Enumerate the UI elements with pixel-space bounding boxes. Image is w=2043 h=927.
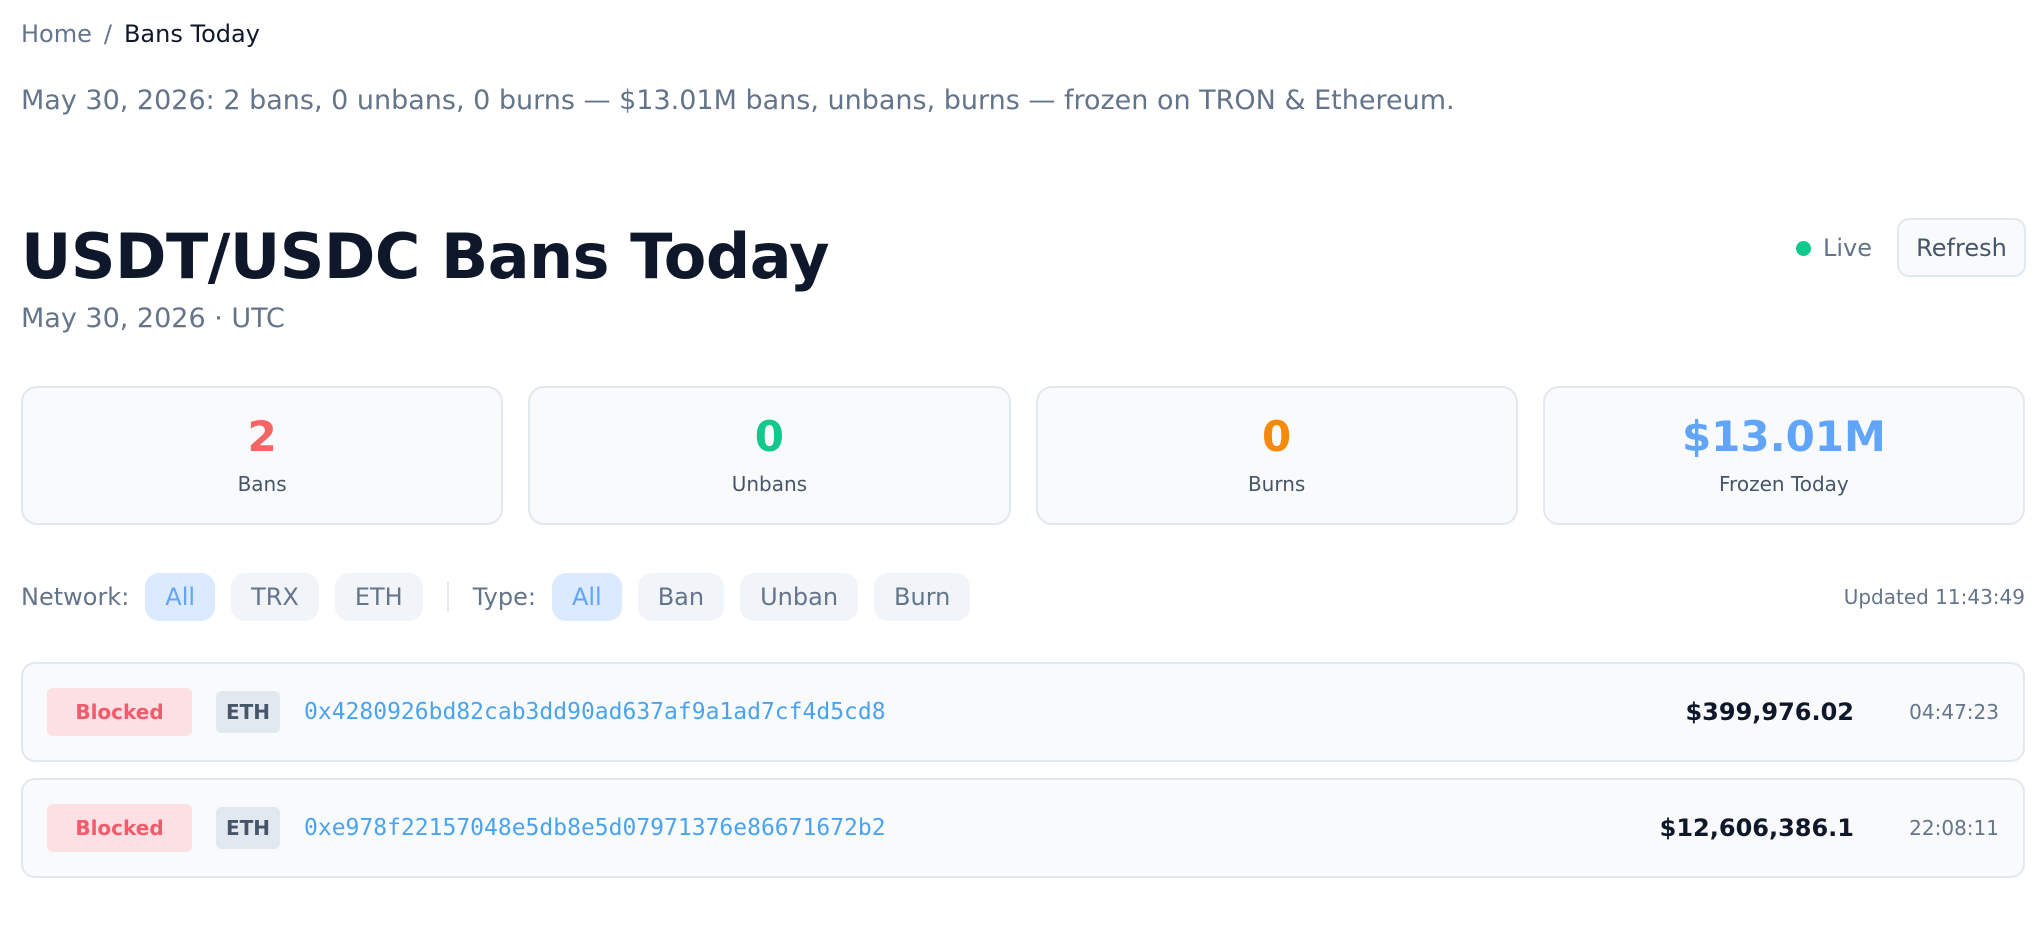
network-filter-trx[interactable]: TRX [231,573,319,621]
breadcrumb-separator: / [103,20,112,48]
amount: $12,606,386.1 [1659,814,1854,842]
filter-divider [446,582,449,612]
page-title: USDT/USDC Bans Today [21,220,830,293]
stat-value: $13.01M [1681,411,1886,461]
stat-label: Unbans [731,471,808,496]
stat-value: 0 [754,411,784,461]
page: Home / Bans Today May 30, 2026: 2 bans, … [21,0,2026,927]
network-badge: ETH [216,691,280,733]
stat-card-frozen: $13.01M Frozen Today [1542,386,2025,525]
event-time: 22:08:11 [1909,816,1999,840]
live-label: Live [1823,234,1873,262]
event-time: 04:47:23 [1909,700,1999,724]
type-filter-all[interactable]: All [551,573,622,621]
breadcrumb-current: Bans Today [123,20,260,48]
status-badge: Blocked [47,688,192,736]
type-filter-unban[interactable]: Unban [740,573,859,621]
network-filter-eth[interactable]: ETH [334,573,423,621]
breadcrumb-home-link[interactable]: Home [21,20,92,48]
breadcrumb: Home / Bans Today [21,20,260,48]
stat-label: Bans [237,471,287,496]
stat-card-burns: 0 Burns [1035,386,1518,525]
type-filter-ban[interactable]: Ban [637,573,725,621]
stat-card-unbans: 0 Unbans [528,386,1011,525]
amount: $399,976.02 [1685,698,1854,726]
network-filter-all[interactable]: All [145,573,216,621]
status-badge: Blocked [47,804,192,852]
network-filter-label: Network: [21,583,130,611]
updated-timestamp: Updated 11:43:49 [1843,585,2025,609]
stats-cards: 2 Bans 0 Unbans 0 Burns $13.01M Frozen T… [21,386,2025,525]
address-link[interactable]: 0xe978f22157048e5db8e5d07971376e86671672… [304,815,886,841]
live-indicator: Live [1796,234,1872,262]
stat-card-bans: 2 Bans [21,386,504,525]
filter-bar: Network: All TRX ETH Type: All Ban Unban… [21,572,2025,622]
stat-value: 0 [1262,411,1292,461]
network-badge: ETH [216,807,280,849]
live-dot-icon [1796,240,1811,256]
stat-value: 2 [247,411,277,461]
page-summary: May 30, 2026: 2 bans, 0 unbans, 0 burns … [21,85,1455,116]
stat-label: Burns [1247,471,1306,496]
type-filter-burn[interactable]: Burn [874,573,971,621]
list-item[interactable]: Blocked ETH 0x4280926bd82cab3dd90ad637af… [21,662,2025,762]
list-item[interactable]: Blocked ETH 0xe978f22157048e5db8e5d07971… [21,778,2025,878]
page-subtitle: May 30, 2026 · UTC [21,303,285,334]
address-link[interactable]: 0x4280926bd82cab3dd90ad637af9a1ad7cf4d5c… [304,699,886,725]
type-filter-label: Type: [472,583,536,611]
stat-label: Frozen Today [1719,471,1849,496]
events-list: Blocked ETH 0x4280926bd82cab3dd90ad637af… [21,662,2025,894]
refresh-button[interactable]: Refresh [1897,218,2026,277]
